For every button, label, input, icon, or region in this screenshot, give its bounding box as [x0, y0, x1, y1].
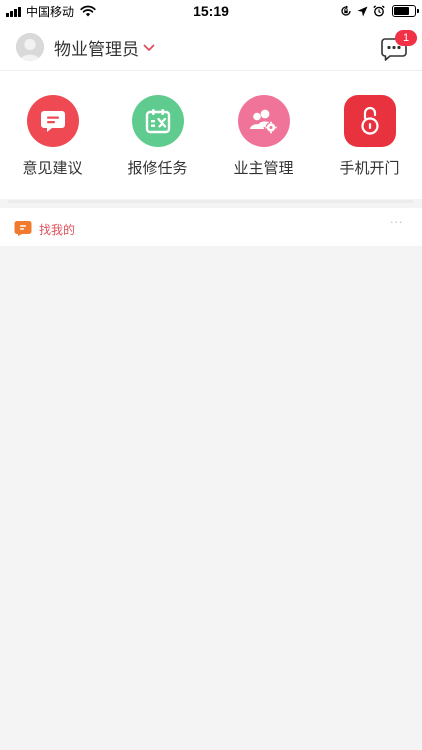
user-avatar-icon	[16, 33, 44, 61]
header-bar: 物业管理员 1	[0, 22, 422, 71]
message-badge: 1	[395, 30, 417, 46]
message-tag-icon	[14, 221, 32, 236]
action-label: 手机开门	[339, 159, 400, 177]
section-divider	[8, 200, 414, 203]
section-title[interactable]: 找我的	[39, 221, 75, 238]
calendar-repair-icon	[131, 95, 184, 147]
role-label: 物业管理员	[54, 40, 139, 60]
rotation-lock-icon	[341, 5, 351, 16]
section-header: 找我的 ···	[0, 208, 422, 246]
suggestion-chat-icon	[26, 95, 79, 147]
avatar[interactable]	[16, 33, 44, 61]
role-selector[interactable]: 物业管理员	[54, 35, 155, 60]
battery-icon	[392, 5, 419, 17]
action-label: 报修任务	[127, 159, 188, 177]
unlock-icon	[343, 95, 396, 147]
action-label: 意见建议	[22, 159, 83, 177]
action-suggestions[interactable]: 意见建议	[0, 95, 105, 178]
action-repair-tasks[interactable]: 报修任务	[105, 95, 210, 178]
location-arrow-icon	[357, 6, 368, 16]
more-options-button[interactable]: ···	[390, 216, 404, 229]
alarm-clock-icon	[373, 5, 385, 17]
quick-actions-grid: 意见建议 报修任务 业主管理 手机开门	[0, 71, 422, 199]
status-right	[335, 4, 419, 18]
content-area	[0, 246, 422, 750]
action-mobile-door-open[interactable]: 手机开门	[317, 95, 422, 178]
status-bar: 中国移动 15:19	[0, 0, 422, 22]
chevron-down-icon	[143, 44, 155, 51]
action-owner-management[interactable]: 业主管理	[211, 95, 316, 178]
owners-gear-icon	[237, 95, 290, 147]
action-label: 业主管理	[233, 159, 294, 177]
